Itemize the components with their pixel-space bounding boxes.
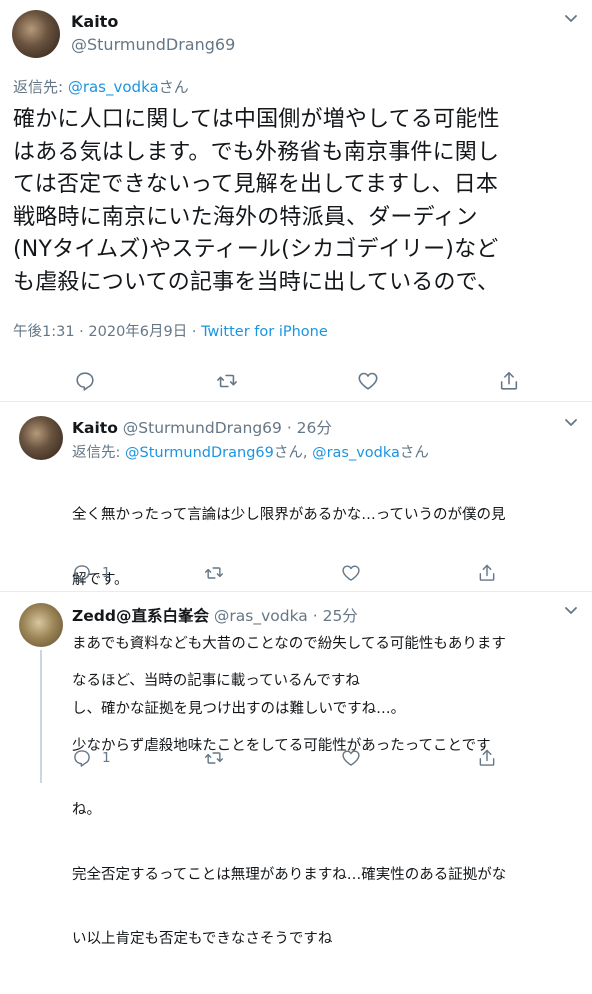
reply-icon	[72, 748, 92, 768]
heart-icon[interactable]	[341, 562, 361, 584]
reply-count: 1	[102, 565, 111, 581]
tweet-text-line: (NYタイムズ)やスティール(シカゴデイリー)など	[13, 237, 499, 262]
tweet-actions: 1	[72, 562, 582, 590]
chevron-down-icon[interactable]	[563, 414, 579, 430]
avatar[interactable]	[19, 416, 63, 460]
tweet-meta: 午後1:31 · 2020年6月9日 · Twitter for iPhone	[13, 320, 328, 341]
author-handle[interactable]: @SturmundDrang69	[71, 35, 235, 54]
avatar[interactable]	[12, 10, 60, 58]
reply-to-handle[interactable]: @SturmundDrang69	[125, 445, 274, 461]
reply-header: Kaito @SturmundDrang69 · 26分	[72, 416, 332, 438]
tweet-timestamp[interactable]: 午後1:31 · 2020年6月9日 ·	[13, 324, 201, 340]
tweet-text-line: も虐殺についての記事を当時に出しているので、	[13, 269, 500, 295]
share-icon[interactable]	[498, 370, 520, 392]
reply-to-suffix: さん	[158, 78, 189, 96]
tweet-text-line: 完全否定するってことは無理がありますね…確実性のある証拠がな	[72, 866, 507, 883]
tweet-text: なるほど、当時の記事に載っているんですね 少なからず虐殺地味たことをしてる可能性…	[72, 628, 506, 994]
author-handle[interactable]: @ras_vodka	[214, 607, 308, 625]
reply-header: Zedd@直系白峯会 @ras_vodka · 25分	[72, 604, 358, 626]
author-handle[interactable]: @SturmundDrang69	[123, 419, 282, 437]
tweet-text: 確かに人口に関しては中国側が増やしてる可能性 はある気はします。でも外務省も南京…	[13, 104, 585, 299]
author-name[interactable]: Kaito	[71, 12, 118, 31]
share-icon[interactable]	[477, 747, 497, 769]
tweet-source[interactable]: Twitter for iPhone	[201, 324, 328, 340]
tweet-text-line: ね。	[72, 802, 101, 818]
reply-count: 1	[102, 750, 111, 766]
reply-to-mid: さん,	[273, 445, 313, 461]
chevron-down-icon[interactable]	[563, 10, 579, 26]
reply-button[interactable]: 1	[72, 747, 111, 769]
retweet-icon[interactable]	[204, 747, 224, 769]
reply-icon[interactable]	[74, 370, 96, 392]
divider	[0, 401, 592, 402]
author-name[interactable]: Zedd@直系白峯会	[72, 607, 209, 625]
reply-to-line: 返信先: @ras_vodkaさん	[13, 76, 189, 97]
tweet-text-line: なるほど、当時の記事に載っているんですね	[72, 673, 360, 689]
author-name[interactable]: Kaito	[72, 419, 118, 437]
chevron-down-icon[interactable]	[563, 602, 579, 618]
tweet-text-line: 全く無かったって言論は少し限界があるかな…っていうのが僕の見	[72, 507, 506, 523]
reply-to-prefix: 返信先:	[72, 445, 125, 461]
tweet-text-line: はある気はします。でも外務省も南京事件に関し	[13, 139, 500, 165]
tweet-age[interactable]: · 26分	[282, 419, 332, 437]
reply-icon	[72, 563, 92, 583]
tweet-text-line: い以上肯定も否定もできなさそうですね	[72, 931, 333, 947]
main-tweet: Kaito @SturmundDrang69 返信先: @ras_vodkaさん…	[0, 0, 592, 401]
tweet-actions	[0, 360, 592, 400]
tweet-actions: 1	[72, 747, 582, 775]
thread-line	[40, 650, 42, 783]
reply-to-handle[interactable]: @ras_vodka	[312, 445, 400, 461]
reply-to-prefix: 返信先:	[13, 78, 68, 96]
heart-icon[interactable]	[357, 370, 379, 392]
tweet-text-line: 戦略時に南京にいた海外の特派員、ダーディン	[13, 204, 478, 230]
reply-to-handle[interactable]: @ras_vodka	[68, 78, 159, 96]
divider	[0, 591, 592, 592]
avatar[interactable]	[19, 603, 63, 647]
retweet-icon[interactable]	[204, 562, 224, 584]
reply-to-line: 返信先: @SturmundDrang69さん, @ras_vodkaさん	[72, 441, 429, 462]
reply-button[interactable]: 1	[72, 562, 111, 584]
retweet-icon[interactable]	[216, 370, 238, 392]
heart-icon[interactable]	[341, 747, 361, 769]
tweet-text-line: ては否定できないって見解を出してますし、日本	[13, 172, 499, 197]
share-icon[interactable]	[477, 562, 497, 584]
reply-to-suffix: さん	[399, 445, 429, 461]
tweet-age[interactable]: · 25分	[308, 607, 358, 625]
tweet-text-line: 確かに人口に関しては中国側が増やしてる可能性	[13, 107, 500, 132]
